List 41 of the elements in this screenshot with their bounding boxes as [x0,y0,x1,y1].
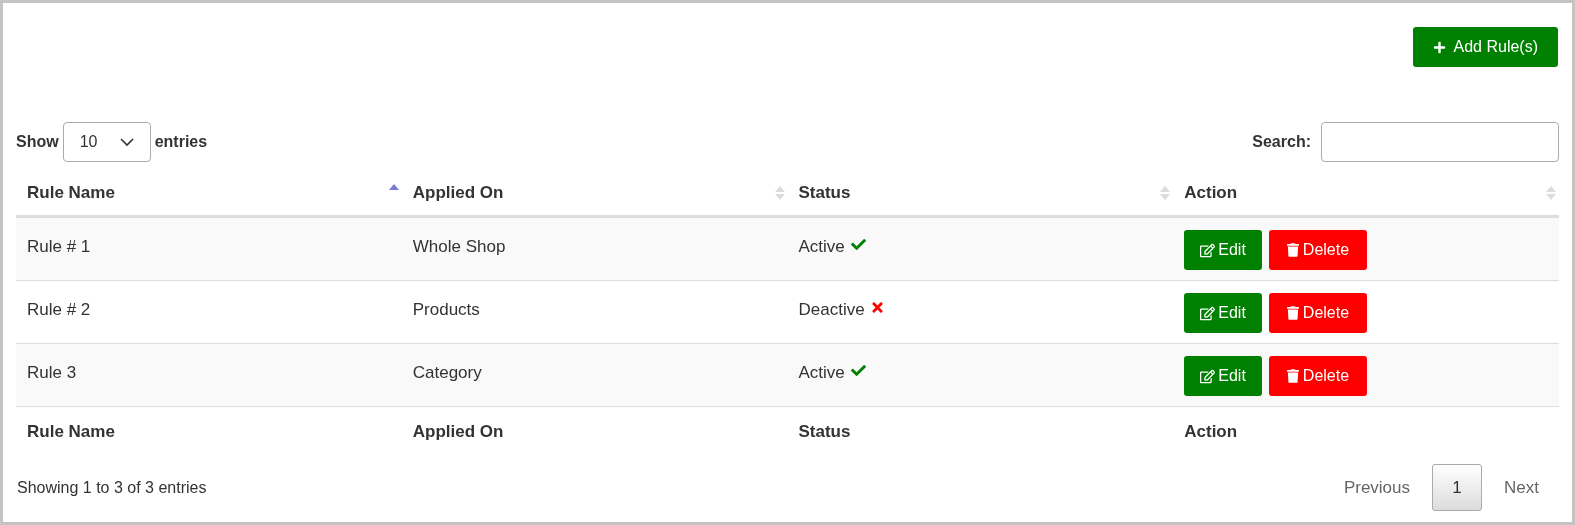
edit-icon [1200,305,1216,321]
table-cell: Rule # 2 [27,300,91,319]
edit-icon [1200,368,1216,384]
column-footer: Applied On [412,419,504,445]
show-label: Show [16,132,59,152]
column-footer: Action [1184,419,1238,445]
edit-icon [1200,242,1216,258]
table-cell: Whole Shop [412,237,506,256]
delete-button[interactable]: Delete [1268,230,1368,270]
entries-info: Showing 1 to 3 of 3 entries [16,477,207,498]
column-footer: Status [798,419,851,445]
delete-button[interactable]: Delete [1268,356,1368,396]
delete-button[interactable]: Delete [1268,293,1368,333]
trash-icon [1286,306,1299,320]
plus-icon [1432,40,1446,54]
entries-label: entries [154,132,208,152]
column-footer: Rule Name [27,419,115,445]
table-cell: Products [412,300,480,319]
edit-button[interactable]: Edit [1184,230,1262,270]
status-text: Deactive [798,299,865,321]
column-header[interactable]: Status [798,179,851,206]
table-cell: Rule # 1 [27,237,91,256]
column-header[interactable]: Rule Name [27,179,115,206]
search-field[interactable] [1321,122,1559,162]
search-label: Search: [1252,132,1311,152]
table-cell: Rule 3 [27,363,77,382]
table-cell: Category [412,363,482,382]
status-text: Active [798,362,845,384]
status-text: Active [798,236,845,258]
entries-select[interactable]: 10 [62,122,151,162]
edit-button[interactable]: Edit [1184,356,1262,396]
chevron-icon [119,137,134,147]
add-rule-button[interactable]: Add Rule(s) [1412,27,1558,67]
page-button[interactable]: 1 [1432,464,1483,511]
edit-button[interactable]: Edit [1184,293,1262,333]
trash-icon [1286,243,1299,257]
next-link[interactable]: Next [1484,474,1559,501]
column-header[interactable]: Applied On [412,179,504,206]
previous-link[interactable]: Previous [1323,474,1431,501]
column-header[interactable]: Action [1184,179,1238,206]
trash-icon [1286,369,1299,383]
